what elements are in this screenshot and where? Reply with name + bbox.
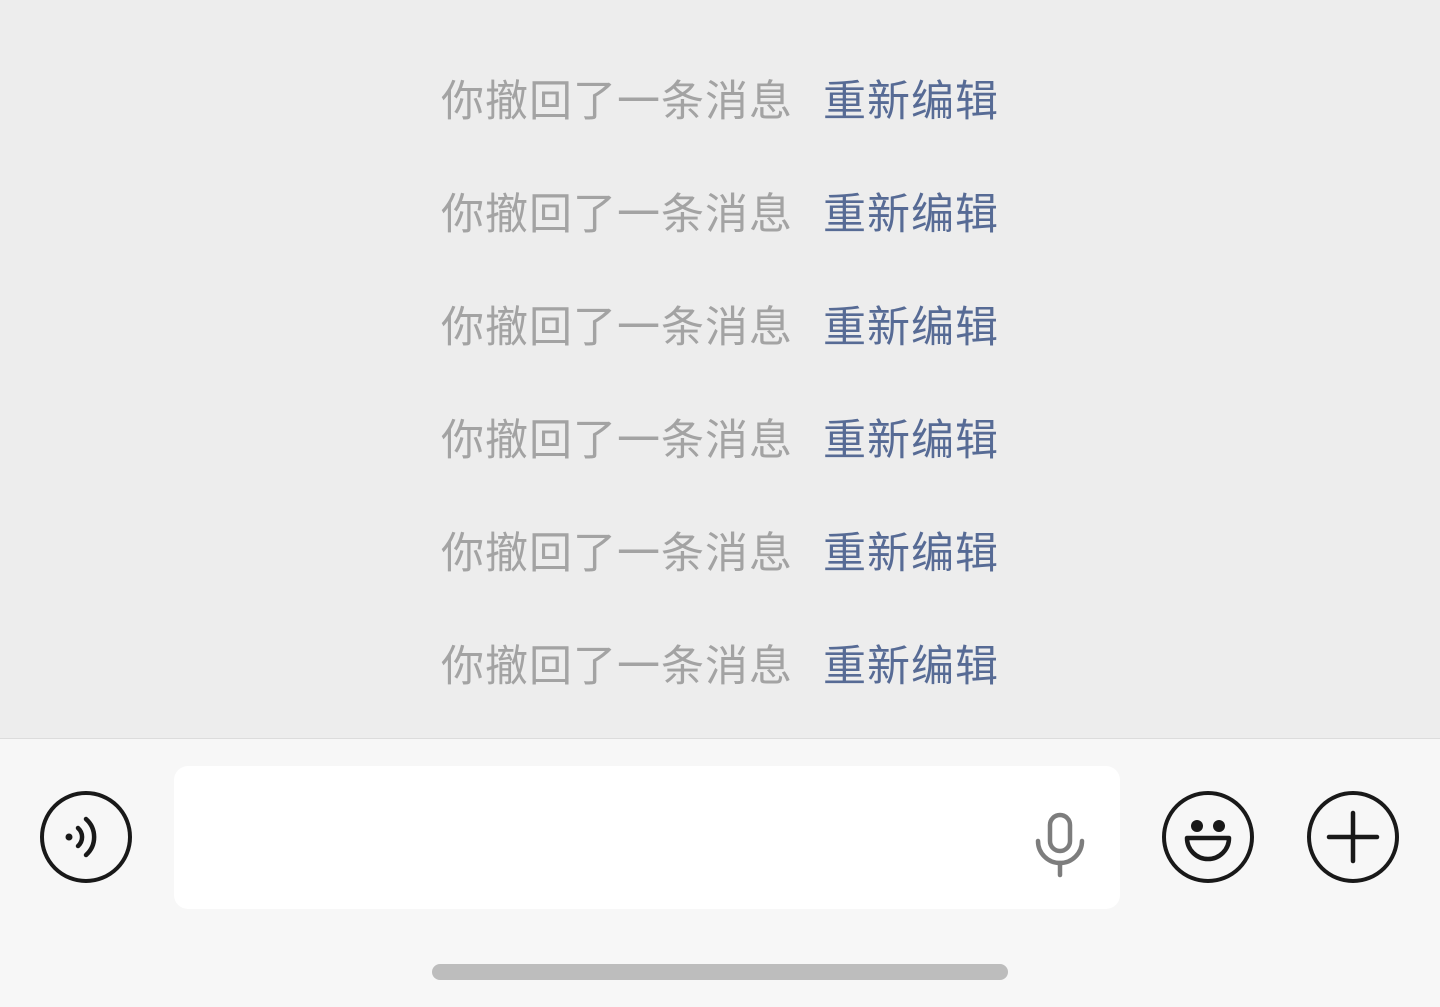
- recall-notice-text: 你撤回了一条消息: [441, 77, 793, 127]
- plus-icon: [1326, 810, 1380, 864]
- microphone-icon[interactable]: [1030, 811, 1090, 879]
- voice-mode-button[interactable]: [40, 791, 132, 883]
- home-indicator[interactable]: [432, 964, 1008, 980]
- recall-notice-text: 你撤回了一条消息: [441, 642, 793, 692]
- reedit-link[interactable]: 重新编辑: [823, 67, 999, 129]
- reedit-link[interactable]: 重新编辑: [823, 519, 999, 581]
- recall-notice: 你撤回了一条消息 重新编辑: [0, 520, 1440, 580]
- recall-notice: 你撤回了一条消息 重新编辑: [0, 294, 1440, 354]
- message-input[interactable]: [174, 766, 1120, 909]
- recall-notice-text: 你撤回了一条消息: [441, 529, 793, 579]
- more-options-button[interactable]: [1307, 791, 1399, 883]
- recall-notice: 你撤回了一条消息 重新编辑: [0, 407, 1440, 467]
- reedit-link[interactable]: 重新编辑: [823, 180, 999, 242]
- recall-notice: 你撤回了一条消息 重新编辑: [0, 68, 1440, 128]
- voice-icon: [65, 816, 97, 858]
- recall-notice-text: 你撤回了一条消息: [441, 303, 793, 353]
- recall-notice: 你撤回了一条消息 重新编辑: [0, 633, 1440, 693]
- recall-notice-text: 你撤回了一条消息: [441, 190, 793, 240]
- emoji-button[interactable]: [1162, 791, 1254, 883]
- reedit-link[interactable]: 重新编辑: [823, 632, 999, 694]
- reedit-link[interactable]: 重新编辑: [823, 406, 999, 468]
- recall-notice-text: 你撤回了一条消息: [441, 416, 793, 466]
- recall-notice: 你撤回了一条消息 重新编辑: [0, 181, 1440, 241]
- chat-message-area[interactable]: 你撤回了一条消息 重新编辑 你撤回了一条消息 重新编辑 你撤回了一条消息 重新编…: [0, 0, 1440, 738]
- smiley-face-icon: [1184, 820, 1232, 862]
- reedit-link[interactable]: 重新编辑: [823, 293, 999, 355]
- chat-input-bar: [0, 738, 1440, 1007]
